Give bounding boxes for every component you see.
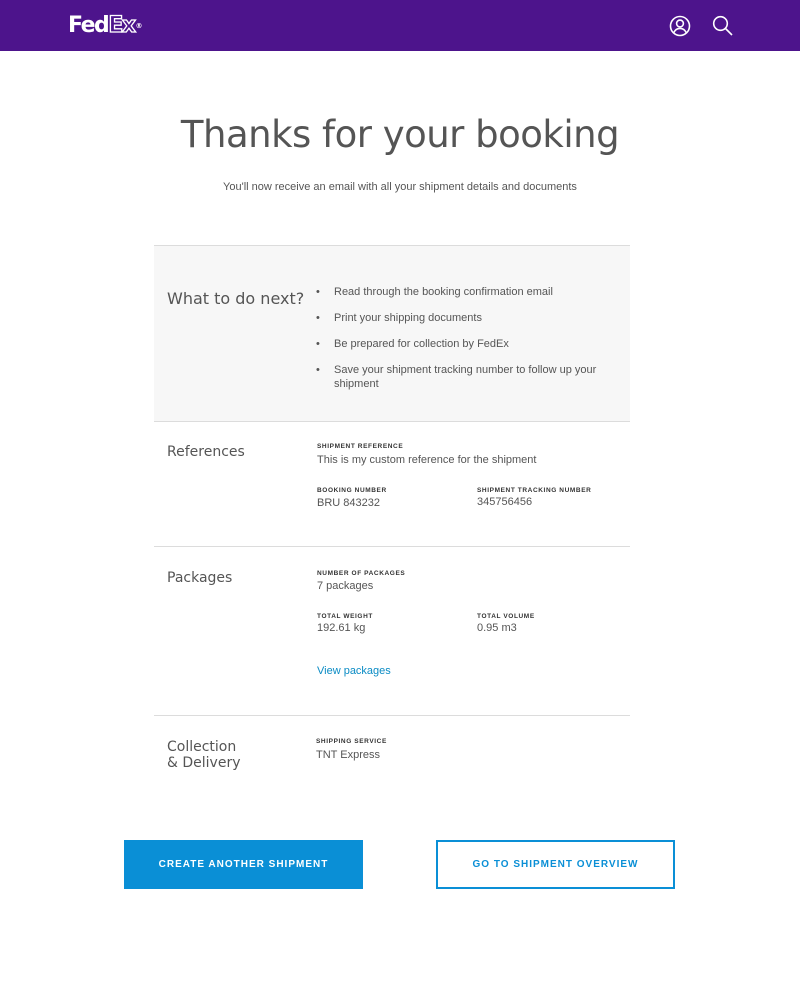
logo-fed: Fed <box>68 13 110 38</box>
next-step-item: Read through the booking confirmation em… <box>316 286 616 300</box>
total-weight-value: 192.61 kg <box>317 622 366 634</box>
shipment-reference-label: SHIPMENT REFERENCE <box>317 443 404 450</box>
booking-number-value: BRU 843232 <box>317 497 380 509</box>
page-title: Thanks for your booking <box>180 113 620 156</box>
section-divider <box>154 715 630 716</box>
collection-delivery-title: Collection & Delivery <box>167 739 240 771</box>
packages-title: Packages <box>167 570 233 586</box>
go-to-shipment-overview-button[interactable]: GO TO SHIPMENT OVERVIEW <box>436 840 675 889</box>
user-icon[interactable] <box>669 15 691 37</box>
next-step-item: Save your shipment tracking number to fo… <box>316 364 616 391</box>
delivery-title-line: & Delivery <box>167 755 241 771</box>
total-volume-value: 0.95 m3 <box>477 622 517 634</box>
references-title: References <box>167 444 245 460</box>
shipping-service-value: TNT Express <box>316 749 380 761</box>
logo-registered-mark: ® <box>135 22 143 30</box>
logo-ex: Ex <box>108 13 137 38</box>
next-step-item: Print your shipping documents <box>316 312 616 326</box>
section-divider <box>154 421 630 422</box>
number-of-packages-label: NUMBER OF PACKAGES <box>317 570 406 577</box>
shipment-reference-value: This is my custom reference for the ship… <box>317 454 537 466</box>
booking-number-label: BOOKING NUMBER <box>317 487 387 494</box>
next-steps-list: Read through the booking confirmation em… <box>316 286 616 404</box>
tracking-number-value: 345756456 <box>477 496 533 508</box>
total-volume-label: TOTAL VOLUME <box>477 613 535 620</box>
next-steps-title: What to do next? <box>167 289 305 308</box>
shipping-service-label: SHIPPING SERVICE <box>316 738 387 745</box>
top-nav-bar: FedEx ® <box>0 0 800 51</box>
search-icon[interactable] <box>712 15 734 37</box>
tracking-number-label: SHIPMENT TRACKING NUMBER <box>477 487 592 494</box>
create-another-shipment-button[interactable]: CREATE ANOTHER SHIPMENT <box>124 840 363 889</box>
section-divider <box>154 546 630 547</box>
next-step-item: Be prepared for collection by FedEx <box>316 338 616 352</box>
number-of-packages-value: 7 packages <box>317 580 374 592</box>
total-weight-label: TOTAL WEIGHT <box>317 613 373 620</box>
page-subtitle: You'll now receive an email with all you… <box>223 181 577 193</box>
view-packages-link[interactable]: View packages <box>317 665 391 677</box>
collection-title-line: Collection <box>167 739 237 755</box>
fedex-logo[interactable]: FedEx ® <box>68 13 143 38</box>
next-steps-panel: What to do next? Read through the bookin… <box>154 246 630 421</box>
